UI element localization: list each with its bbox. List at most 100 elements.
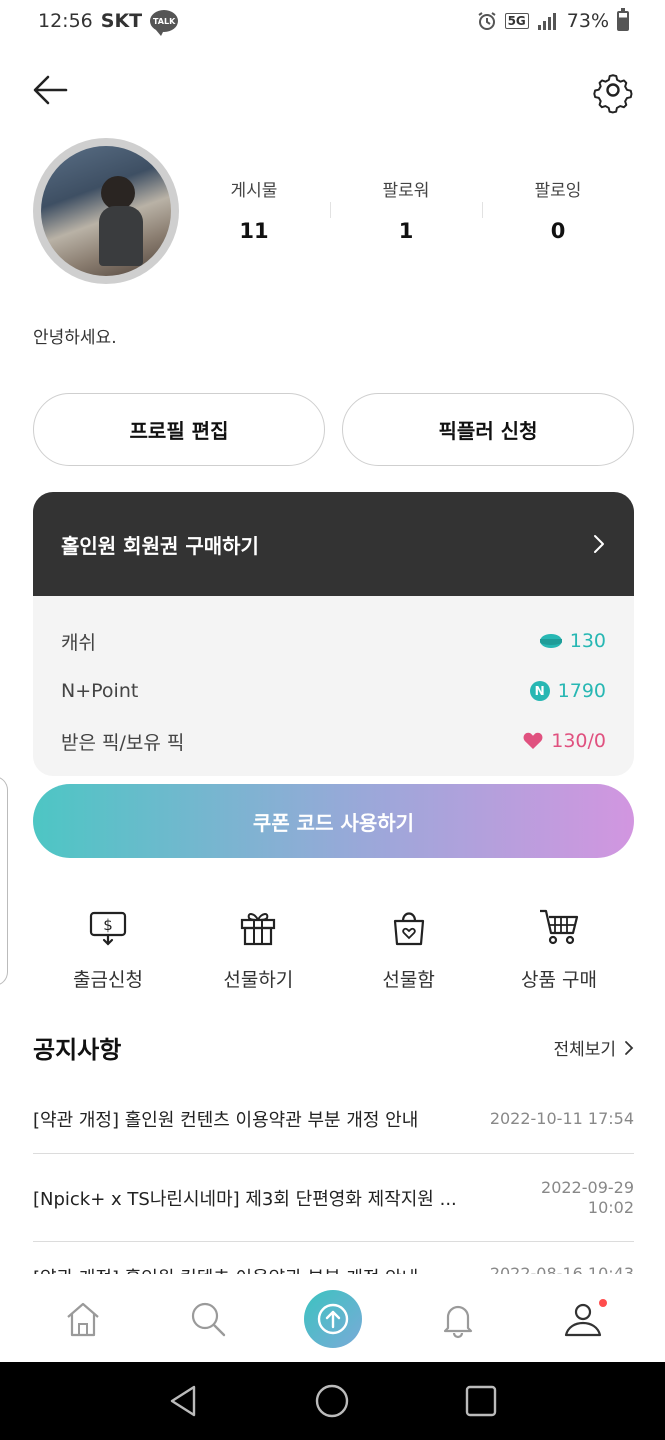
quick-menu-label: 출금신청: [73, 969, 143, 991]
chevron-right-icon: [594, 535, 604, 553]
nav-profile[interactable]: [543, 1279, 623, 1359]
triangle-back-icon: [170, 1385, 196, 1417]
status-left: 12:56 SKT TALK: [38, 10, 179, 36]
see-all-button[interactable]: 전체보기: [553, 1035, 634, 1060]
chevron-right-icon: [625, 1040, 634, 1055]
notice-item[interactable]: [약관 개정] 홀인원 컨텐츠 이용약관 부분 개정 안내 2022-08-16…: [33, 1242, 634, 1274]
quick-menu: $ 출금신청 선물하기 선물함 상품 구매: [33, 905, 634, 992]
notice-date-line1: 2022-09-29: [541, 1178, 634, 1198]
stat-posts[interactable]: 게시물 11: [178, 176, 330, 243]
upload-button[interactable]: [303, 1290, 362, 1348]
system-nav-bar: [0, 1362, 665, 1440]
nav-notifications[interactable]: [418, 1279, 498, 1359]
avatar-body: [99, 206, 143, 266]
kakaotalk-icon: TALK: [150, 10, 179, 36]
profile-actions: 프로필 편집 픽플러 신청: [33, 393, 634, 466]
home-icon: [66, 1302, 99, 1337]
notification-dot: [598, 1299, 607, 1307]
stat-label: 게시물: [230, 181, 278, 201]
network-badge: 5G: [504, 13, 529, 29]
gift-box-button[interactable]: 선물함: [334, 905, 484, 992]
notice-date: 2022-08-16 10:43: [489, 1264, 634, 1274]
system-recents-button[interactable]: [451, 1371, 511, 1431]
stat-following[interactable]: 팔로잉 0: [482, 176, 634, 243]
stat-followers[interactable]: 팔로워 1: [330, 176, 482, 243]
status-time: 12:56: [38, 10, 93, 32]
upload-icon: [317, 1303, 348, 1335]
notice-text: [Npick+ x TS나린시네마] 제3회 단편영화 제작지원 ...: [33, 1188, 457, 1210]
back-button[interactable]: [28, 66, 76, 114]
battery-percent: 73%: [566, 10, 609, 32]
edge-panel-handle[interactable]: [0, 776, 8, 986]
notice-date: 2022-09-29 10:02: [522, 1178, 634, 1216]
edit-profile-button[interactable]: 프로필 편집: [33, 393, 325, 466]
settings-button[interactable]: [589, 66, 637, 114]
stat-value: 1: [398, 219, 414, 243]
notice-item[interactable]: [약관 개정] 홀인원 컨텐츠 이용약관 부분 개정 안내 2022-10-11…: [33, 1084, 634, 1154]
system-home-button[interactable]: [302, 1371, 362, 1431]
heart-icon: [523, 732, 543, 749]
balance-row-cash: 캐쉬 130: [61, 616, 606, 666]
profile-bio: 안녕하세요.: [33, 328, 117, 348]
circle-home-icon: [316, 1384, 349, 1418]
status-right: 5G 73%: [477, 8, 629, 32]
cart-icon: [538, 905, 580, 949]
signal-icon: [537, 13, 556, 30]
system-back-button[interactable]: [154, 1371, 214, 1431]
battery-icon: [617, 8, 629, 31]
search-icon: [191, 1302, 225, 1337]
coin-icon: [539, 634, 562, 648]
balance-value: 1790: [557, 680, 606, 702]
balance-value: 130: [569, 630, 606, 652]
profile-icon: [564, 1303, 601, 1337]
buy-products-button[interactable]: 상품 구매: [484, 905, 634, 992]
quick-menu-label: 선물함: [382, 969, 435, 991]
notice-header: 공지사항 전체보기: [33, 1030, 634, 1065]
balance-row-npoint: N+Point N 1790: [61, 666, 606, 716]
balance-label: N+Point: [61, 680, 139, 702]
nav-upload[interactable]: [293, 1279, 373, 1359]
quick-menu-label: 상품 구매: [521, 969, 597, 991]
arrow-left-icon: [33, 75, 68, 105]
pickler-apply-button[interactable]: 픽플러 신청: [342, 393, 634, 466]
see-all-label: 전체보기: [553, 1040, 616, 1060]
avatar-photo: [41, 146, 171, 276]
withdraw-icon: $: [87, 905, 129, 949]
bell-icon: [443, 1305, 472, 1339]
withdraw-button[interactable]: $ 출금신청: [33, 905, 183, 992]
membership-card: 홀인원 회원권 구매하기 캐쉬 130 N+Point N 1790 받은 픽/…: [33, 492, 634, 776]
notice-date-line2: 10:02: [587, 1197, 634, 1217]
nav-search[interactable]: [168, 1279, 248, 1359]
stat-value: 11: [239, 219, 269, 243]
gift-icon: [237, 905, 279, 949]
quick-menu-label: 선물하기: [223, 969, 294, 991]
balance-value: 130/0: [551, 730, 606, 752]
buy-membership-button[interactable]: 홀인원 회원권 구매하기: [33, 492, 634, 596]
balance-label: 캐쉬: [61, 631, 96, 654]
notice-item[interactable]: [Npick+ x TS나린시네마] 제3회 단편영화 제작지원 ... 202…: [33, 1154, 634, 1242]
notice-date: 2022-10-11 17:54: [489, 1108, 634, 1128]
profile-stats: 게시물 11 팔로워 1 팔로잉 0: [178, 176, 634, 243]
notice-text: [약관 개정] 홀인원 컨텐츠 이용약관 부분 개정 안내: [33, 1109, 419, 1131]
notice-text: [약관 개정] 홀인원 컨텐츠 이용약관 부분 개정 안내: [33, 1264, 418, 1274]
svg-text:$: $: [103, 916, 113, 934]
stat-value: 0: [550, 219, 566, 243]
send-gift-button[interactable]: 선물하기: [183, 905, 333, 992]
status-carrier: SKT: [100, 10, 143, 32]
nav-home[interactable]: [43, 1279, 123, 1359]
use-coupon-button[interactable]: 쿠폰 코드 사용하기: [33, 784, 634, 858]
avatar-head: [101, 176, 135, 210]
bottom-nav: [0, 1276, 665, 1362]
notice-list: [약관 개정] 홀인원 컨텐츠 이용약관 부분 개정 안내 2022-10-11…: [33, 1084, 634, 1274]
square-recents-icon: [465, 1385, 497, 1417]
balance-label: 받은 픽/보유 픽: [61, 731, 185, 754]
notice-title: 공지사항: [33, 1036, 122, 1064]
balance-value-cash: 130: [539, 630, 606, 652]
status-bar: 12:56 SKT TALK 5G 73%: [0, 0, 665, 42]
top-bar: [0, 60, 665, 120]
balance-value-npoint: N 1790: [529, 680, 606, 702]
stat-label: 팔로잉: [534, 181, 582, 201]
membership-balances: 캐쉬 130 N+Point N 1790 받은 픽/보유 픽 130/0: [33, 596, 634, 776]
stat-label: 팔로워: [382, 181, 430, 201]
avatar[interactable]: [33, 138, 179, 284]
